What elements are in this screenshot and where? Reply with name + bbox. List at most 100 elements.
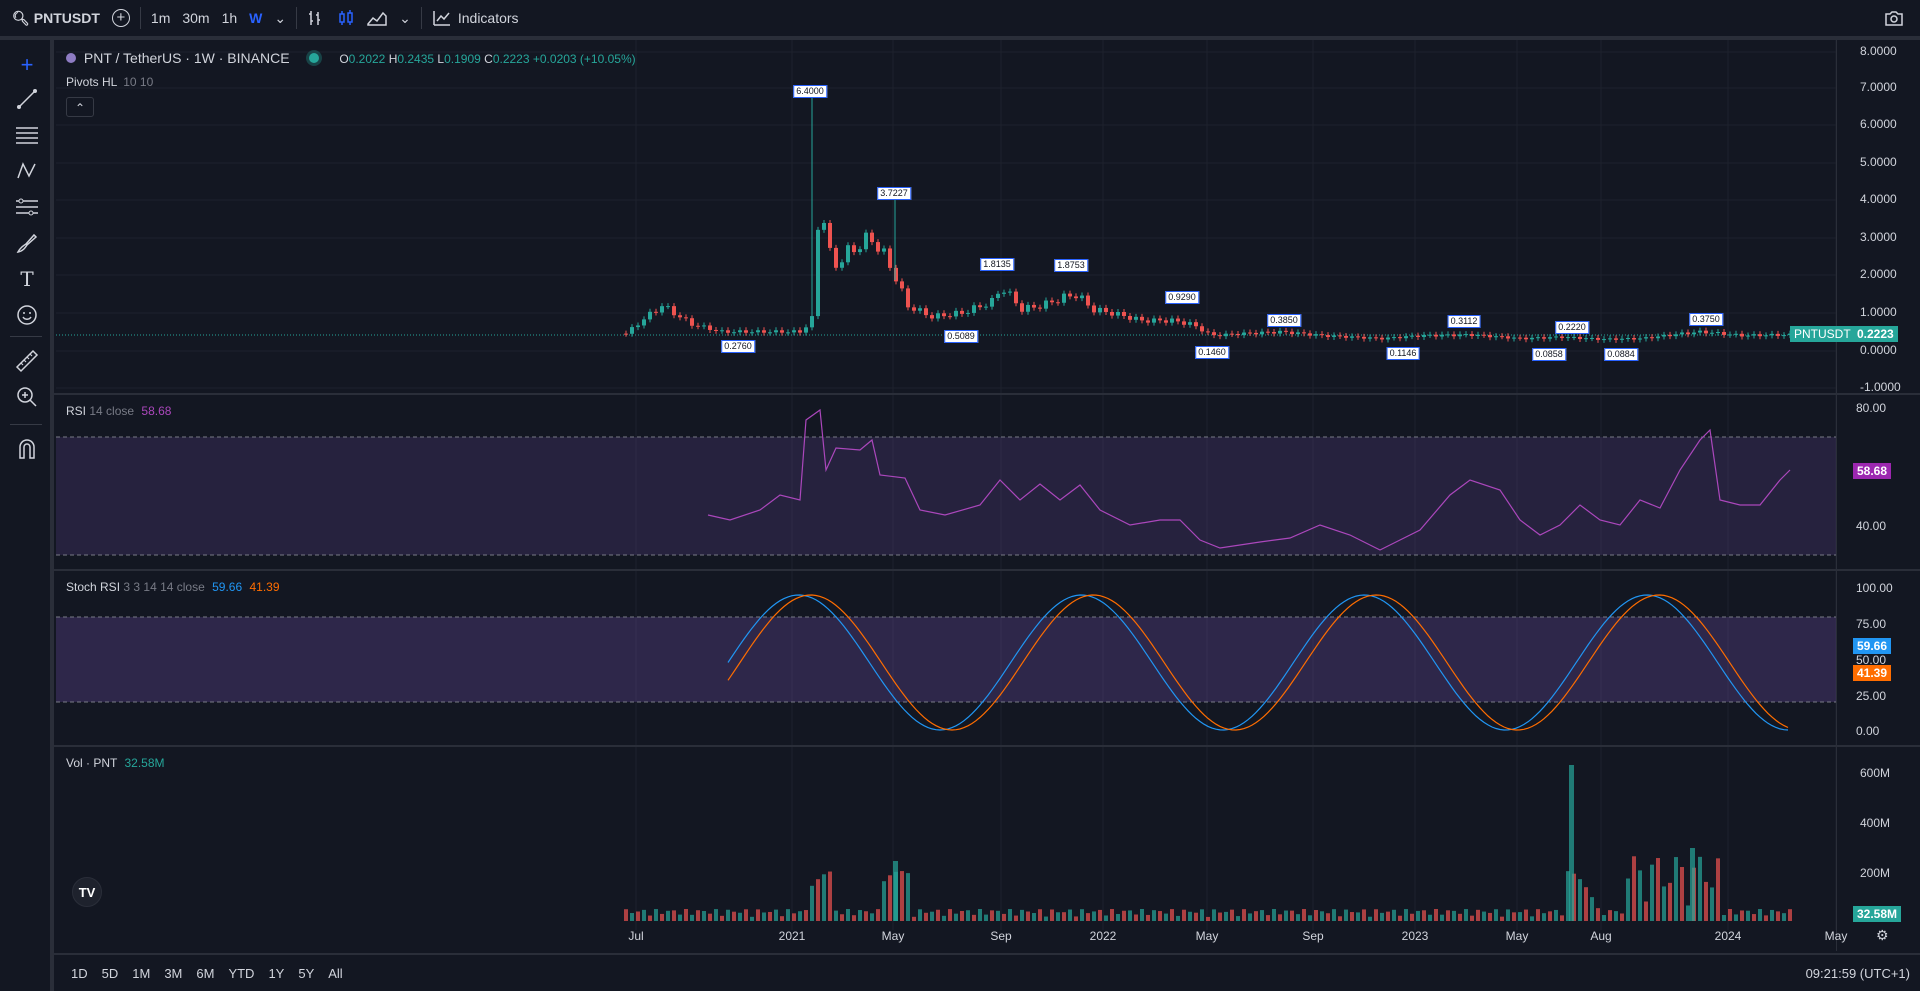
candle-body	[732, 332, 736, 334]
volume-bar	[774, 909, 778, 921]
volume-bar	[1080, 909, 1084, 921]
pivots-legend[interactable]: Pivots HL 10 10	[66, 75, 153, 89]
range-5y[interactable]: 5Y	[291, 966, 321, 981]
clock[interactable]: 09:21:59 (UTC+1)	[1806, 966, 1910, 981]
pane-separator[interactable]	[54, 393, 1920, 395]
volume-bar	[792, 913, 796, 921]
volume-bar	[1002, 913, 1006, 921]
volume-bar	[1014, 915, 1018, 921]
volume-bar	[1536, 909, 1540, 921]
candle-body	[1740, 333, 1744, 337]
candle-body	[1560, 336, 1564, 339]
volume-bar	[1266, 915, 1270, 921]
volume-bar	[1176, 915, 1180, 921]
volume-value: 32.58M	[124, 756, 165, 770]
volume-bar	[1524, 909, 1528, 921]
pivot-high-label: 0.2220	[1555, 321, 1589, 334]
stoch-legend[interactable]: Stoch RSI 3 3 14 14 close 59.66 41.39	[66, 580, 280, 594]
vol-axis-400: 400M	[1860, 816, 1891, 830]
candle-body	[1500, 336, 1504, 338]
volume-bar	[1164, 913, 1168, 921]
stoch-band-fill	[56, 617, 1836, 702]
ohlc-readout: O0.2022 H0.2435 L0.1909 C0.2223 +0.0203 …	[339, 52, 635, 66]
volume-bars	[624, 765, 1792, 921]
settings-button[interactable]: ⚙	[1876, 927, 1889, 944]
range-1y[interactable]: 1Y	[261, 966, 291, 981]
time-axis-label: Sep	[1302, 929, 1324, 943]
range-ytd[interactable]: YTD	[221, 966, 261, 981]
volume-bar	[1308, 915, 1312, 921]
chart-canvas[interactable]	[0, 0, 1920, 991]
candle-body	[714, 329, 718, 331]
time-axis-label: May	[1505, 929, 1529, 943]
candle-body	[834, 247, 838, 268]
tradingview-logo[interactable]: TV	[72, 877, 102, 907]
pane-separator[interactable]	[54, 569, 1920, 571]
volume-bar	[804, 910, 808, 921]
candle-body	[1182, 321, 1186, 325]
pivot-low-label: 0.2760	[721, 340, 755, 353]
candle-body	[1692, 332, 1696, 335]
candle-body	[882, 248, 886, 252]
candle-body	[1518, 337, 1522, 339]
candle-body	[780, 330, 784, 333]
volume-bar	[1506, 909, 1510, 921]
candle-body	[744, 330, 748, 333]
range-1m[interactable]: 1M	[125, 966, 157, 981]
candle-body	[738, 330, 742, 333]
candle-body	[1752, 334, 1756, 336]
candle-body	[918, 308, 922, 311]
volume-bar	[1680, 867, 1684, 921]
candle-body	[1272, 332, 1276, 334]
chevron-up-icon: ⌃	[74, 101, 86, 115]
volume-bar	[1092, 911, 1096, 921]
volume-bar	[1500, 916, 1504, 921]
volume-bar	[1764, 915, 1768, 921]
volume-bar	[882, 881, 886, 921]
candle-body	[708, 325, 712, 330]
volume-bar	[1302, 909, 1306, 921]
time-axis-label: Aug	[1590, 929, 1612, 943]
range-6m[interactable]: 6M	[189, 966, 221, 981]
candle-body	[936, 313, 940, 319]
volume-bar	[1398, 915, 1402, 921]
candle-body	[1188, 322, 1192, 325]
candle-body	[1236, 333, 1240, 336]
candle-body	[654, 311, 658, 313]
candle-body	[630, 327, 634, 334]
candle-body	[1080, 295, 1084, 299]
candle-body	[1068, 293, 1072, 297]
volume-bar	[1662, 886, 1666, 921]
volume-bar	[996, 910, 1000, 921]
candle-body	[1716, 332, 1720, 334]
candle-body	[1542, 337, 1546, 339]
volume-legend[interactable]: Vol · PNT 32.58M	[66, 756, 165, 770]
pivot-high-label: 0.3750	[1689, 313, 1723, 326]
volume-bar	[942, 915, 946, 921]
pivot-high-label: 1.8135	[980, 258, 1014, 271]
range-all[interactable]: All	[321, 966, 349, 981]
volume-bar	[654, 909, 658, 921]
volume-bar	[1416, 910, 1420, 921]
candle-body	[1368, 337, 1372, 339]
range-3m[interactable]: 3M	[157, 966, 189, 981]
candle-body	[1212, 332, 1216, 336]
collapse-legend-button[interactable]: ⌃	[66, 97, 94, 117]
range-5d[interactable]: 5D	[95, 966, 126, 981]
rsi-legend[interactable]: RSI 14 close 58.68	[66, 404, 171, 418]
volume-bar	[1368, 916, 1372, 921]
bottom-toolbar: 1D 5D 1M 3M 6M YTD 1Y 5Y All 09:21:59 (UTC+1)	[54, 953, 1920, 991]
candle-body	[984, 306, 988, 308]
range-1d[interactable]: 1D	[64, 966, 95, 981]
stoch-axis-0: 0.00	[1856, 724, 1880, 738]
candle-body	[1218, 335, 1222, 337]
volume-bar	[1116, 913, 1120, 921]
volume-bar	[1620, 913, 1624, 921]
chart-title: PNT / TetherUS · 1W · BINANCE	[83, 50, 290, 66]
candle-body	[1404, 336, 1408, 339]
volume-bar	[1104, 915, 1108, 921]
candle-body	[852, 245, 856, 253]
candle-body	[726, 330, 730, 333]
rsi-params: 14 close	[89, 404, 135, 418]
pane-separator[interactable]	[54, 745, 1920, 747]
